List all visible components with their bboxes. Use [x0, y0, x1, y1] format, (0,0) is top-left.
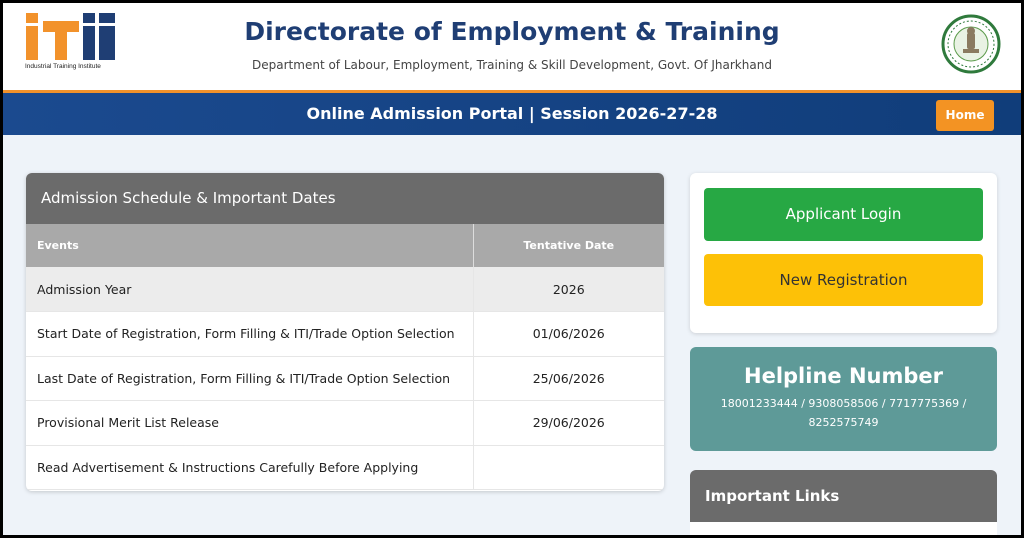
helpline-numbers: 18001233444 / 9308058506 / 7717775369 / … — [720, 397, 967, 429]
schedule-heading: Admission Schedule & Important Dates — [26, 173, 664, 224]
portal-banner: Online Admission Portal | Session 2026-2… — [3, 93, 1021, 135]
schedule-table: Events Tentative Date Admission Year 202… — [26, 224, 664, 490]
page-title: Directorate of Employment & Training — [244, 17, 780, 46]
banner-title: Online Admission Portal | Session 2026-2… — [306, 104, 718, 123]
site-header: Industrial Training Institute Directorat… — [3, 3, 1021, 90]
event-cell: Last Date of Registration, Form Filling … — [26, 356, 473, 401]
page-subtitle: Department of Labour, Employment, Traini… — [252, 58, 772, 72]
event-cell: Start Date of Registration, Form Filling… — [26, 311, 473, 357]
event-cell: Provisional Merit List Release — [26, 400, 473, 446]
date-cell: 25/06/2026 — [472, 356, 664, 401]
table-row: Provisional Merit List Release 29/06/202… — [26, 400, 664, 446]
date-cell — [472, 445, 664, 490]
page-frame: Industrial Training Institute Directorat… — [3, 3, 1021, 535]
table-row: Last Date of Registration, Form Filling … — [26, 356, 664, 401]
important-links-heading: Important Links — [705, 487, 840, 505]
helpline-title: Helpline Number — [744, 364, 943, 388]
home-button[interactable]: Home — [936, 100, 994, 131]
column-header-date: Tentative Date — [472, 224, 664, 267]
action-panel: Applicant Login New Registration — [690, 173, 997, 333]
date-cell: 01/06/2026 — [472, 311, 664, 357]
applicant-login-button[interactable]: Applicant Login — [704, 188, 983, 241]
schedule-card: Admission Schedule & Important Dates Eve… — [26, 173, 664, 491]
event-cell: Admission Year — [26, 267, 473, 312]
helpline-panel: Helpline Number 18001233444 / 9308058506… — [690, 347, 997, 451]
table-row: Start Date of Registration, Form Filling… — [26, 311, 664, 357]
date-cell: 29/06/2026 — [472, 400, 664, 446]
column-header-events: Events — [26, 224, 473, 267]
state-emblem-icon — [941, 14, 1001, 74]
event-cell: Read Advertisement & Instructions Carefu… — [26, 445, 473, 490]
new-registration-button[interactable]: New Registration — [704, 254, 983, 306]
date-cell: 2026 — [472, 267, 664, 312]
table-row: Read Advertisement & Instructions Carefu… — [26, 445, 664, 490]
table-row: Admission Year 2026 — [26, 267, 664, 312]
important-links-panel: Important Links — [690, 470, 997, 535]
important-links-list — [690, 522, 997, 535]
